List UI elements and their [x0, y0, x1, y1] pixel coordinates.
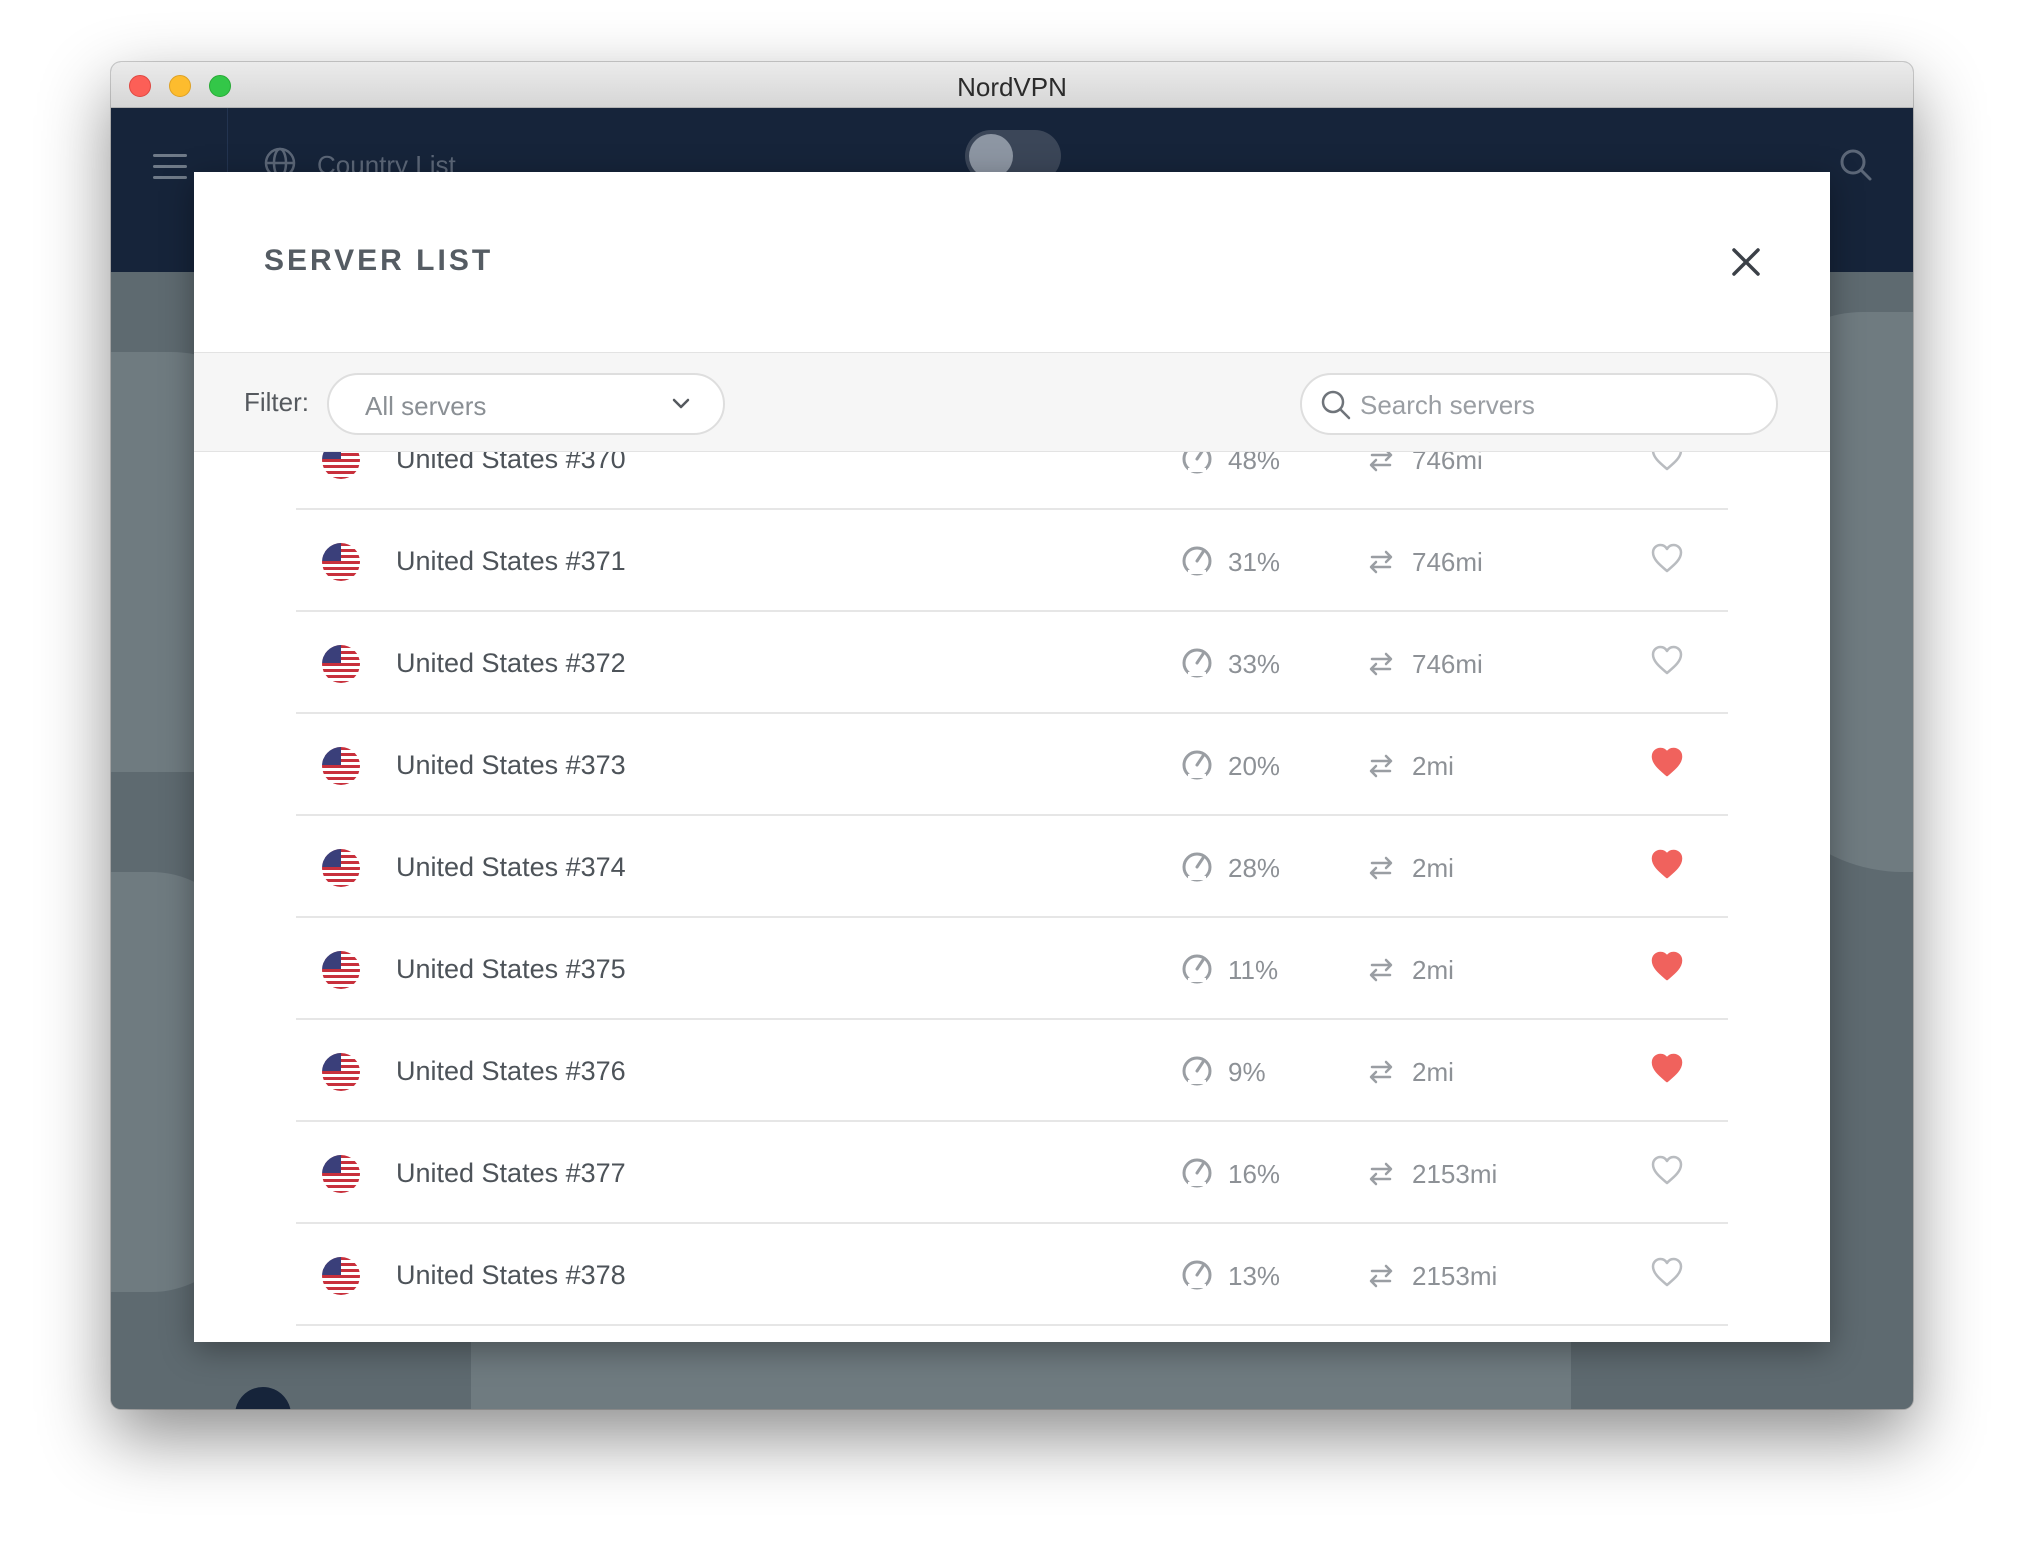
- modal-title: SERVER LIST: [264, 244, 494, 277]
- server-name: United States #377: [396, 1158, 626, 1188]
- server-row[interactable]: United States #378 13% 2153mi: [296, 1224, 1728, 1326]
- distance-icon: [1369, 1162, 1393, 1186]
- server-load-icon: [1182, 852, 1212, 882]
- server-distance: 2153mi: [1412, 1159, 1498, 1189]
- search-box[interactable]: [1300, 373, 1778, 435]
- server-load: 28%: [1228, 853, 1281, 883]
- server-load-icon: [1182, 648, 1212, 678]
- us-flag-icon: [322, 1257, 360, 1295]
- filter-dropdown-value: All servers: [365, 391, 487, 421]
- server-load-icon: [1182, 1056, 1212, 1086]
- server-name: United States #374: [396, 852, 626, 882]
- us-flag-icon: [322, 1155, 360, 1193]
- menu-icon[interactable]: [153, 154, 187, 180]
- search-input[interactable]: [1360, 387, 1760, 423]
- server-load-icon: [1182, 1260, 1212, 1290]
- server-row[interactable]: United States #374 28% 2mi: [296, 816, 1728, 918]
- server-name: United States #371: [396, 546, 626, 576]
- server-name: United States #372: [396, 648, 626, 678]
- chevron-down-icon: [672, 398, 690, 409]
- us-flag-icon: [322, 747, 360, 785]
- window-title: NordVPN: [957, 72, 1067, 102]
- server-distance: 2153mi: [1412, 1261, 1498, 1291]
- server-row[interactable]: United States #372 33% 746mi: [296, 612, 1728, 714]
- search-icon: [1321, 390, 1351, 420]
- server-list-modal: SERVER LIST Filter: All servers Search s…: [194, 172, 1830, 1342]
- server-load-icon: [1182, 452, 1212, 474]
- server-row[interactable]: United States #376 9% 2mi: [296, 1020, 1728, 1122]
- server-load-icon: [1182, 750, 1212, 780]
- server-list: United States #370 48% 746mi United Stat…: [194, 452, 1830, 1342]
- server-row[interactable]: United States #375 11% 2mi: [296, 918, 1728, 1020]
- heart-outline-icon[interactable]: [1650, 644, 1684, 676]
- server-distance: 2mi: [1412, 1057, 1454, 1087]
- server-load: 31%: [1228, 547, 1281, 577]
- server-load: 33%: [1228, 649, 1281, 679]
- search-icon[interactable]: [1839, 148, 1873, 182]
- distance-icon: [1369, 652, 1393, 676]
- heart-filled-icon[interactable]: [1650, 848, 1684, 880]
- us-flag-icon: [322, 849, 360, 887]
- filter-label: Filter:: [244, 387, 309, 417]
- server-load-icon: [1182, 546, 1212, 576]
- filter-bar: Filter: All servers: [194, 352, 1830, 452]
- us-flag-icon: [322, 543, 360, 581]
- distance-icon: [1369, 856, 1393, 880]
- distance-icon: [1369, 452, 1393, 472]
- us-flag-icon: [322, 452, 360, 479]
- us-flag-icon: [322, 645, 360, 683]
- distance-icon: [1369, 1264, 1393, 1288]
- server-name: United States #373: [396, 750, 626, 780]
- server-load: 11%: [1228, 955, 1279, 985]
- title-bar: NordVPN: [111, 62, 1913, 108]
- server-row[interactable]: United States #371 31% 746mi: [296, 510, 1728, 612]
- server-name: United States #376: [396, 1056, 626, 1086]
- heart-outline-icon[interactable]: [1650, 1256, 1684, 1288]
- distance-icon: [1369, 1060, 1393, 1084]
- server-name: United States #378: [396, 1260, 626, 1290]
- server-load: 9%: [1228, 1057, 1266, 1087]
- close-icon[interactable]: [1726, 242, 1766, 282]
- heart-filled-icon[interactable]: [1650, 950, 1684, 982]
- server-distance: 2mi: [1412, 853, 1454, 883]
- server-load: 48%: [1228, 452, 1281, 475]
- server-name: United States #375: [396, 954, 626, 984]
- server-name: United States #370: [396, 452, 626, 474]
- server-row[interactable]: United States #377 16% 2153mi: [296, 1122, 1728, 1224]
- heart-filled-icon[interactable]: [1650, 1052, 1684, 1084]
- distance-icon: [1369, 754, 1393, 778]
- us-flag-icon: [322, 951, 360, 989]
- distance-icon: [1369, 550, 1393, 574]
- filter-dropdown[interactable]: All servers: [327, 373, 725, 435]
- server-load: 20%: [1228, 751, 1281, 781]
- heart-filled-icon[interactable]: [1650, 746, 1684, 778]
- server-distance: 746mi: [1412, 452, 1483, 475]
- server-distance: 746mi: [1412, 547, 1483, 577]
- server-distance: 2mi: [1412, 955, 1454, 985]
- distance-icon: [1369, 958, 1393, 982]
- heart-outline-icon[interactable]: [1650, 452, 1684, 472]
- server-distance: 2mi: [1412, 751, 1454, 781]
- server-row[interactable]: United States #370 48% 746mi: [296, 452, 1728, 510]
- server-load: 13%: [1228, 1261, 1281, 1291]
- heart-outline-icon[interactable]: [1650, 542, 1684, 574]
- server-load: 16%: [1228, 1159, 1281, 1189]
- server-row[interactable]: United States #373 20% 2mi: [296, 714, 1728, 816]
- us-flag-icon: [322, 1053, 360, 1091]
- server-load-icon: [1182, 954, 1212, 984]
- server-distance: 746mi: [1412, 649, 1483, 679]
- server-load-icon: [1182, 1158, 1212, 1188]
- heart-outline-icon[interactable]: [1650, 1154, 1684, 1186]
